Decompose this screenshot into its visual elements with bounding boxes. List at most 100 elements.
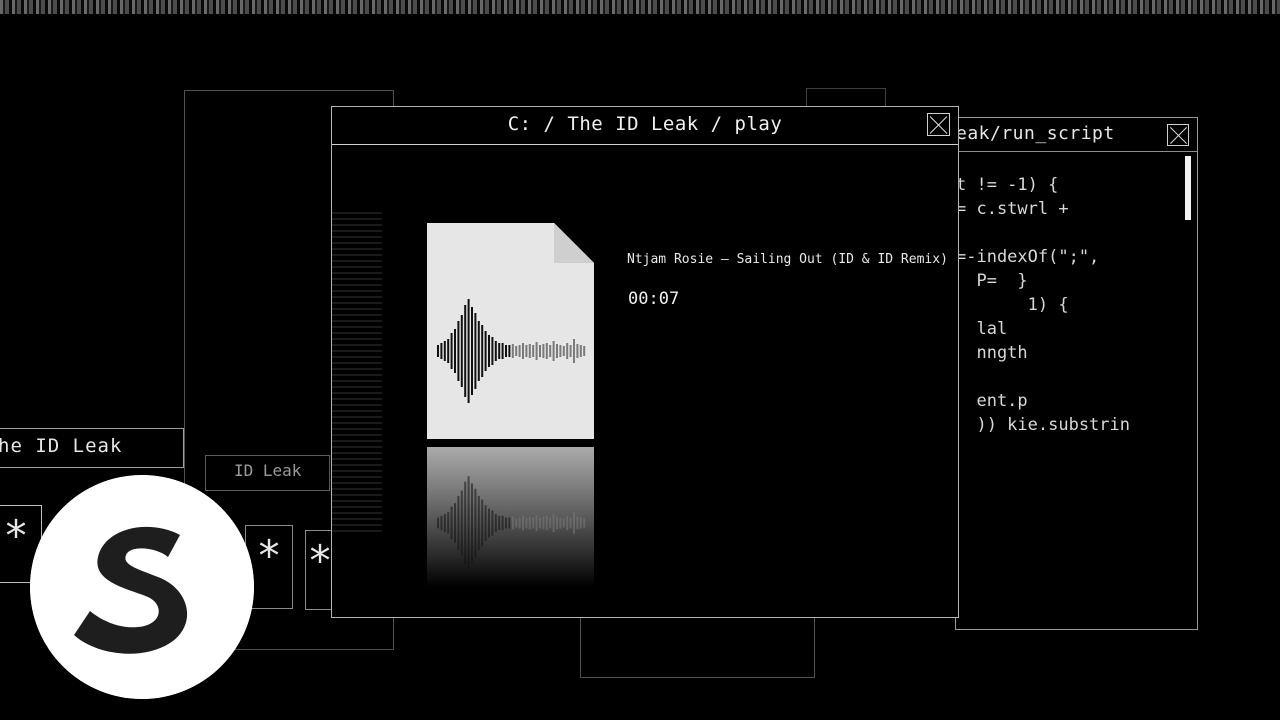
waveform-bar — [443, 514, 446, 532]
background-window — [806, 88, 886, 108]
waveform-bar — [556, 344, 558, 358]
waveform-bar — [545, 343, 548, 359]
track-title: Ntjam Rosie – Sailing Out (ID & ID Remix… — [627, 252, 948, 267]
waveform-bar — [552, 514, 555, 532]
waveform-bar — [477, 496, 480, 550]
waveform-bar — [559, 517, 562, 529]
waveform-bar — [491, 510, 494, 536]
waveform-bar — [535, 514, 538, 532]
waveform-bar — [576, 516, 579, 530]
left-window-title: he ID Leak — [0, 435, 123, 457]
waveform-bar — [583, 346, 586, 356]
waveform-bar — [559, 345, 562, 357]
script-window: eak/run_script t != -1) { = c.stwrl + =-… — [955, 117, 1198, 630]
player-titlebar: C: / The ID Leak / play — [332, 107, 958, 145]
waveform-bar — [583, 518, 586, 528]
waveform-bar — [528, 344, 531, 358]
waveform-bar — [528, 516, 531, 530]
waveform-bar — [484, 505, 487, 541]
audio-file-icon[interactable] — [427, 223, 594, 439]
waveform-bar — [573, 512, 575, 534]
waveform-bar — [440, 343, 443, 359]
top-glitch-strip — [0, 0, 1280, 14]
waveform-bar — [437, 345, 439, 357]
waveform-bar — [505, 517, 507, 529]
waveform-bar — [464, 481, 467, 565]
waveform-bar — [525, 517, 528, 529]
waveform-bar — [464, 305, 467, 397]
waveform-bar — [518, 517, 521, 529]
waveform-bar — [573, 339, 575, 363]
ghost-window-label: ID Leak — [234, 461, 302, 480]
waveform-bar — [488, 508, 490, 538]
waveform-bar — [457, 321, 460, 381]
waveform-bar — [562, 518, 565, 528]
spinnin-records-logo[interactable] — [30, 475, 254, 699]
waveform-bar — [505, 345, 507, 357]
waveform-bar — [576, 344, 579, 358]
waveform-bar — [515, 518, 518, 528]
waveform-bar — [467, 476, 470, 570]
waveform-bar — [515, 346, 518, 356]
waveform-bar — [491, 337, 494, 365]
waveform-bar — [460, 490, 463, 556]
waveform-bar — [532, 517, 535, 529]
waveform-bar — [535, 342, 538, 360]
waveform-bar — [556, 516, 558, 530]
waveform-bar — [545, 515, 548, 531]
waveform-bar — [501, 343, 504, 359]
waveform-bar — [471, 483, 473, 563]
scrollbar[interactable] — [1185, 156, 1191, 220]
waveform-bar — [562, 346, 565, 356]
close-icon[interactable] — [1167, 124, 1189, 146]
waveform-bar — [443, 341, 446, 361]
script-window-title: eak/run_script — [956, 123, 1115, 144]
waveform-bar — [566, 515, 569, 531]
waveform-bar — [539, 345, 541, 357]
waveform-bar — [454, 503, 456, 543]
waveform-bar — [511, 516, 514, 530]
waveform-bar — [447, 512, 450, 534]
waveform-bar — [467, 299, 470, 403]
left-window: he ID Leak — [0, 428, 184, 468]
waveform-bar — [501, 515, 504, 531]
player-window: C: / The ID Leak / play Ntjam Rosie – Sa… — [331, 106, 959, 618]
waveform-bar — [494, 514, 497, 532]
player-window-title: C: / The ID Leak / play — [507, 113, 783, 135]
waveform-bar — [450, 506, 453, 540]
waveform-bar — [542, 344, 545, 358]
waveform-bar — [539, 517, 541, 529]
waveform-bar — [481, 325, 484, 377]
waveform-bar — [532, 345, 535, 357]
waveform-bar — [549, 345, 552, 357]
waveform-bar — [508, 345, 511, 357]
waveform-bar — [494, 341, 497, 361]
waveform-bar — [552, 341, 555, 361]
waveform-bar — [471, 307, 473, 395]
waveform-bar — [437, 517, 439, 529]
waveform-bar — [579, 345, 582, 357]
waveform-bar — [498, 515, 501, 531]
waveform-bar — [579, 517, 582, 529]
waveform-bar — [522, 515, 524, 531]
waveform-bar — [474, 488, 477, 558]
waveform-bar — [508, 517, 511, 529]
waveform-bar — [511, 344, 514, 358]
waveform-bar — [525, 345, 528, 357]
waveform-bar — [569, 517, 572, 529]
waveform-bar — [447, 339, 450, 363]
waveform-bar — [549, 517, 552, 529]
script-window-titlebar: eak/run_script — [956, 118, 1197, 152]
waveform-bar — [454, 329, 456, 373]
waveform-bar — [518, 345, 521, 357]
glitch-noise — [332, 212, 382, 532]
waveform-bar — [440, 515, 443, 531]
close-icon[interactable] — [927, 113, 950, 136]
waveform-bar — [457, 496, 460, 550]
waveform-bar — [450, 333, 453, 369]
ghost-window-title: ID Leak — [205, 455, 330, 491]
waveform-bar — [569, 345, 572, 357]
waveform-bar — [481, 499, 484, 547]
waveform-bar — [566, 343, 569, 359]
waveform-bar — [484, 331, 487, 371]
